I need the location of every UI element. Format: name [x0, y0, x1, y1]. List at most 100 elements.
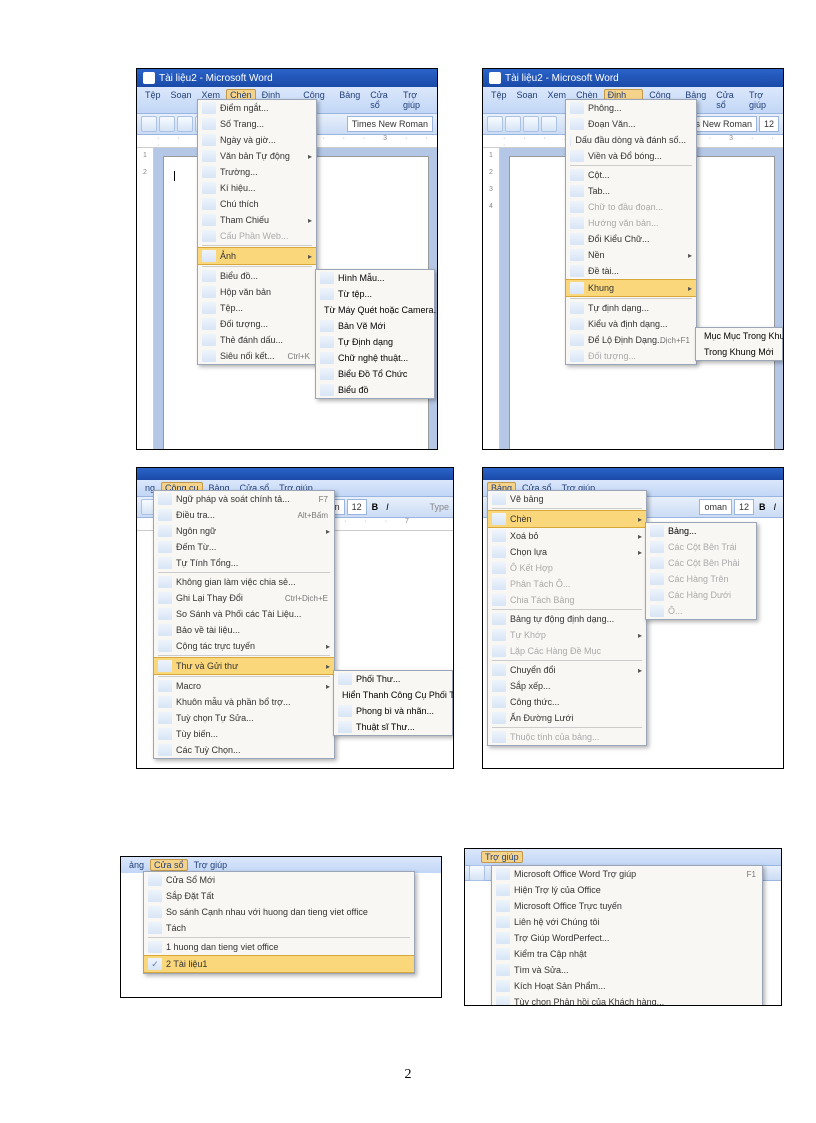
menu-item[interactable]: Cửa Sổ Mới	[144, 872, 414, 888]
menu-item[interactable]: Đoạn Văn...	[566, 116, 696, 132]
format-frame-submenu[interactable]: Mục Mục Trong KhungTrong Khung Mới	[695, 327, 783, 361]
menu-item[interactable]: Đếm Từ...	[154, 539, 334, 555]
tb-open-icon[interactable]	[505, 116, 521, 132]
menu-bang-partial[interactable]: ảng	[125, 859, 148, 871]
menu-item[interactable]: Tệp...	[198, 300, 316, 316]
tb-save-icon[interactable]	[523, 116, 539, 132]
menu-item[interactable]: Viền và Đổ bóng...	[566, 148, 696, 164]
menu-item[interactable]: Sắp Đặt Tất	[144, 888, 414, 904]
tools-mail-submenu[interactable]: Phối Thư...Hiển Thanh Công Cụ Phối ThưPh…	[333, 670, 453, 736]
menu-item[interactable]: Ngày và giờ...	[198, 132, 316, 148]
menu-item[interactable]: Tham Chiếu	[198, 212, 316, 228]
menu-cuaso[interactable]: Cửa sổ	[366, 89, 397, 111]
menu-item[interactable]: Liên hệ với Chúng tôi	[492, 914, 762, 930]
menu-item[interactable]: Chọn lựa	[488, 544, 646, 560]
menu-item[interactable]: Kí hiệu...	[198, 180, 316, 196]
menu-item[interactable]: Không gian làm việc chia sẻ...	[154, 574, 334, 590]
menu-item[interactable]: Văn bản Tự động	[198, 148, 316, 164]
menu-item[interactable]: Đối tượng...	[198, 316, 316, 332]
table-insert-submenu[interactable]: Bảng...Các Cột Bên TráiCác Cột Bên PhảiC…	[645, 522, 757, 620]
menu-item[interactable]: Chú thích	[198, 196, 316, 212]
insert-image-submenu[interactable]: Hình Mẫu...Từ tệp...Từ Máy Quét hoặc Cam…	[315, 269, 435, 399]
menu-trogiup[interactable]: Trợ giúp	[399, 89, 433, 111]
menu-item[interactable]: Trường...	[198, 164, 316, 180]
menu-bar[interactable]: Trợ giúp	[465, 849, 781, 865]
menu-item[interactable]: Mục Mục Trong Khung	[696, 328, 782, 344]
insert-menu-dropdown[interactable]: Điểm ngắt...Số Trang...Ngày và giờ...Văn…	[197, 99, 317, 365]
menu-item[interactable]: Sắp xếp...	[488, 678, 646, 694]
menu-item[interactable]: Tuỳ chọn Tự Sửa...	[154, 710, 334, 726]
menu-soan[interactable]: Soạn	[513, 89, 542, 111]
menu-item[interactable]: Bảng tự động định dạng...	[488, 611, 646, 627]
tb-new-icon[interactable]	[487, 116, 503, 132]
menu-item[interactable]: Hiện Trợ lý của Office	[492, 882, 762, 898]
menu-item[interactable]: Hình Mẫu...	[316, 270, 434, 286]
menu-item[interactable]: Xoá bỏ	[488, 528, 646, 544]
menu-cuaso[interactable]: Cửa sổ	[150, 859, 188, 871]
menu-item[interactable]: Ngôn ngữ	[154, 523, 334, 539]
font-name-box[interactable]: Times New Roman	[347, 116, 433, 132]
menu-item[interactable]: Tự Định dạng	[316, 334, 434, 350]
menu-item[interactable]: Tùy biến...	[154, 726, 334, 742]
menu-item[interactable]: Macro	[154, 678, 334, 694]
menu-item[interactable]: Tìm và Sửa...	[492, 962, 762, 978]
menu-item[interactable]: Hộp văn bản	[198, 284, 316, 300]
menu-item[interactable]: Đổi Kiểu Chữ...	[566, 231, 696, 247]
menu-item[interactable]: Tự Tính Tổng...	[154, 555, 334, 571]
menu-item[interactable]: 1 huong dan tieng viet office	[144, 939, 414, 955]
italic-icon[interactable]: I	[383, 502, 392, 512]
menu-item[interactable]: Ngữ pháp và soát chính tả...F7	[154, 491, 334, 507]
menu-tep[interactable]: Tệp	[487, 89, 511, 111]
menu-item[interactable]: Phong bì và nhãn...	[334, 703, 452, 719]
italic-icon[interactable]: I	[770, 502, 779, 512]
menu-tep[interactable]: Tệp	[141, 89, 165, 111]
menu-item[interactable]: Công thức...	[488, 694, 646, 710]
menu-item[interactable]: Chèn	[488, 510, 646, 528]
menu-trogiup[interactable]: Trợ giúp	[745, 89, 779, 111]
menu-item[interactable]: ✓2 Tài liệu1	[144, 955, 414, 973]
bold-icon[interactable]: B	[369, 502, 382, 512]
bold-icon[interactable]: B	[756, 502, 769, 512]
menu-item[interactable]: Kích Hoạt Sản Phẩm...	[492, 978, 762, 994]
menu-item[interactable]: Kiểm tra Cập nhật	[492, 946, 762, 962]
font-size-box[interactable]: 12	[347, 499, 367, 515]
format-menu-dropdown[interactable]: Phông...Đoạn Văn...Dấu đầu dòng và đánh …	[565, 99, 697, 365]
menu-soan[interactable]: Soạn	[167, 89, 196, 111]
menu-item[interactable]: Bản Vẽ Mới	[316, 318, 434, 334]
menu-item[interactable]: Phối Thư...	[334, 671, 452, 687]
tb-new-icon[interactable]	[141, 116, 157, 132]
tools-menu-dropdown[interactable]: Ngữ pháp và soát chính tả...F7Điều tra..…	[153, 490, 335, 759]
menu-item[interactable]: Hiển Thanh Công Cụ Phối Thư	[334, 687, 452, 703]
menu-item[interactable]: Microsoft Office Trực tuyến	[492, 898, 762, 914]
menu-item[interactable]: Bảo về tài liệu...	[154, 622, 334, 638]
menu-item[interactable]: Cộng tác trực tuyến	[154, 638, 334, 654]
menu-item[interactable]: Khuôn mẫu và phần bổ trợ...	[154, 694, 334, 710]
menu-item[interactable]: Thẻ đánh dấu...	[198, 332, 316, 348]
menu-item[interactable]: Biểu Đồ Tổ Chức	[316, 366, 434, 382]
table-menu-dropdown[interactable]: Vẽ bảngChènXoá bỏChọn lựaÔ Kết HợpPhân T…	[487, 490, 647, 746]
font-size-box[interactable]: 12	[734, 499, 754, 515]
menu-item[interactable]: Dấu đầu dòng và đánh số...	[566, 132, 696, 148]
menu-item[interactable]: Ảnh	[198, 247, 316, 265]
menu-item[interactable]: Từ tệp...	[316, 286, 434, 302]
menu-item[interactable]: Biểu đồ	[316, 382, 434, 398]
menu-item[interactable]: Siêu nối kết...Ctrl+K	[198, 348, 316, 364]
menu-item[interactable]: Ẩn Đường Lưới	[488, 710, 646, 726]
menu-item[interactable]: Điều tra...Alt+Bấm	[154, 507, 334, 523]
menu-item[interactable]: Điểm ngắt...	[198, 100, 316, 116]
menu-item[interactable]: Biểu đồ...	[198, 268, 316, 284]
menu-bang[interactable]: Bảng	[335, 89, 364, 111]
font-name-box[interactable]: oman	[699, 499, 732, 515]
menu-trogiup[interactable]: Trợ giúp	[481, 851, 523, 863]
menu-item[interactable]: Phông...	[566, 100, 696, 116]
menu-item[interactable]: Bảng...	[646, 523, 756, 539]
menu-item[interactable]: Chữ nghệ thuật...	[316, 350, 434, 366]
menu-item[interactable]: Để Lộ Định Dạng...Dịch+F1	[566, 332, 696, 348]
menu-item[interactable]: Trong Khung Mới	[696, 344, 782, 360]
menu-item[interactable]: Đề tài...	[566, 263, 696, 279]
menu-item[interactable]: Cột...	[566, 167, 696, 183]
menu-item[interactable]: Từ Máy Quét hoặc Camera...	[316, 302, 434, 318]
menu-item[interactable]: Thư và Gửi thư	[154, 657, 334, 675]
menu-item[interactable]: Các Tuỳ Chọn...	[154, 742, 334, 758]
menu-item[interactable]: Chuyển đổi	[488, 662, 646, 678]
